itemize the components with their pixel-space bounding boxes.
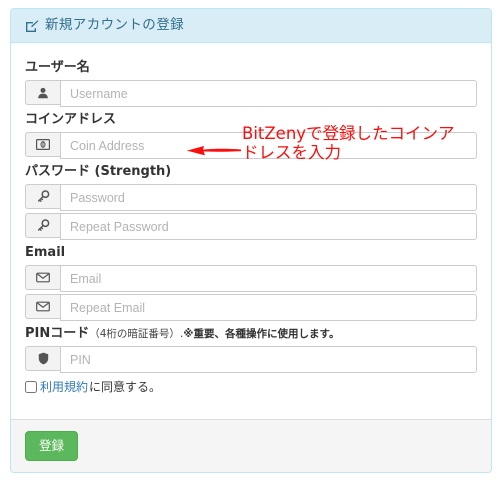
terms-agreement-row[interactable]: 利用規約 に同意する。 xyxy=(25,378,477,395)
email-repeat-input[interactable] xyxy=(60,294,477,321)
coin-address-input[interactable] xyxy=(60,132,477,159)
user-icon xyxy=(25,80,60,105)
envelope-icon xyxy=(25,265,60,290)
panel-heading: 新規アカウントの登録 xyxy=(11,9,491,43)
field-password-repeat xyxy=(25,213,477,240)
terms-rest-text: に同意する。 xyxy=(89,380,162,394)
password-repeat-input[interactable] xyxy=(60,213,477,240)
field-email-repeat xyxy=(25,294,477,321)
pin-input[interactable] xyxy=(60,346,477,373)
label-username: ユーザー名 xyxy=(25,60,90,75)
label-coin-address: コインアドレス xyxy=(25,112,117,127)
label-pin-note-a: （4桁の暗証番号）. xyxy=(89,328,184,340)
panel-title: 新規アカウントの登録 xyxy=(45,17,184,33)
username-input[interactable] xyxy=(60,80,477,107)
password-input[interactable] xyxy=(60,184,477,211)
field-coin-address xyxy=(25,132,477,159)
key-icon xyxy=(25,213,60,238)
field-email xyxy=(25,265,477,292)
email-input[interactable] xyxy=(60,265,477,292)
money-bill-icon xyxy=(25,132,60,157)
shield-icon xyxy=(25,346,60,371)
field-pin xyxy=(25,346,477,373)
label-email: Email xyxy=(25,245,66,260)
edit-square-icon xyxy=(25,19,39,33)
label-pin-note-b: ※重要、各種操作に使用します。 xyxy=(183,328,340,340)
panel-body: ユーザー名 コインアドレス xyxy=(11,43,491,419)
label-pin: PINコード（4桁の暗証番号）.※重要、各種操作に使用します。 xyxy=(25,326,477,342)
field-password xyxy=(25,184,477,211)
panel-footer: 登録 xyxy=(11,419,491,472)
label-pin-main: PINコード xyxy=(25,326,90,341)
field-username xyxy=(25,80,477,107)
terms-link[interactable]: 利用規約 xyxy=(40,378,88,395)
key-icon xyxy=(25,184,60,209)
terms-checkbox[interactable] xyxy=(25,380,37,393)
label-password: パスワード (Strength) xyxy=(25,164,172,179)
registration-panel: 新規アカウントの登録 ユーザー名 コインアドレス xyxy=(10,8,492,473)
page-root: 新規アカウントの登録 ユーザー名 コインアドレス xyxy=(0,0,504,503)
envelope-icon xyxy=(25,294,60,319)
register-submit-button[interactable]: 登録 xyxy=(25,431,79,461)
